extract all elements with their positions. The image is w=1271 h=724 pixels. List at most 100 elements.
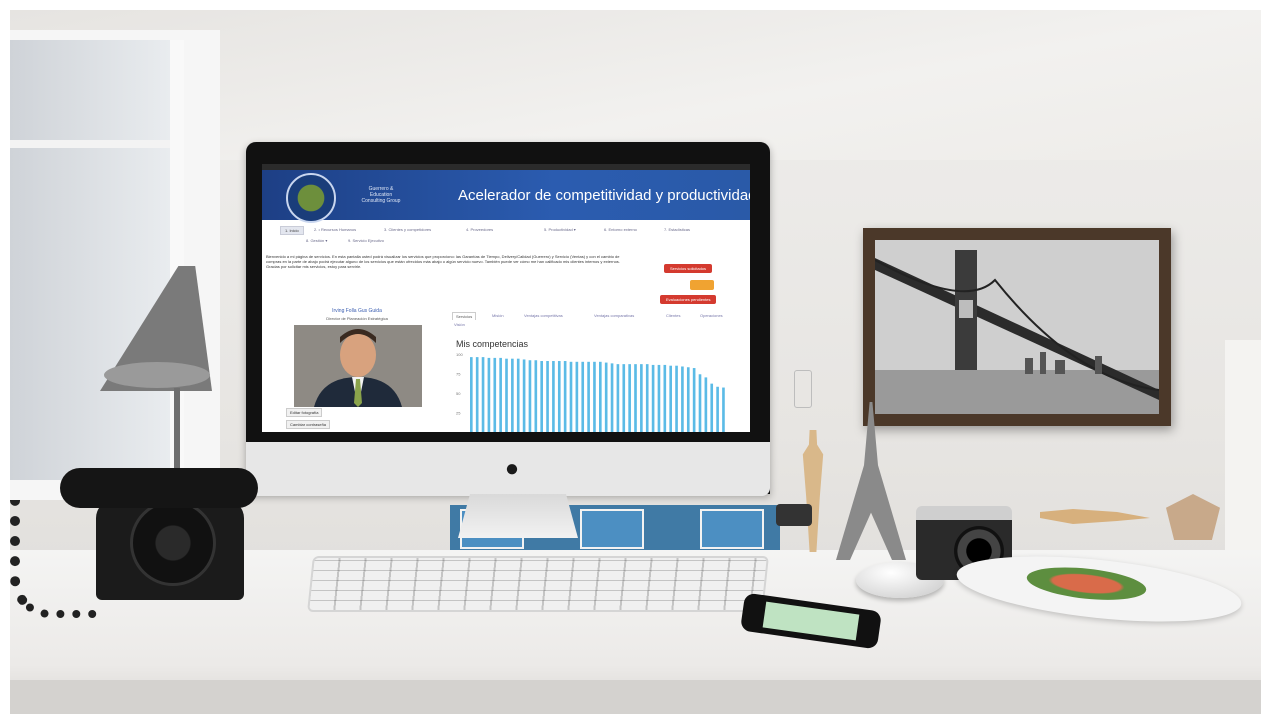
- chart-bar: [622, 364, 626, 432]
- chart-bar: [552, 361, 555, 432]
- chart-bar: [487, 357, 491, 432]
- telephone-handset: [60, 468, 258, 508]
- chart-bar: [663, 364, 667, 432]
- chart-bar: [493, 357, 497, 432]
- site-title: Acelerador de competitividad y productiv…: [458, 187, 750, 204]
- small-camera: [776, 504, 812, 526]
- bridge-illustration: [875, 240, 1159, 414]
- tab-ventajas-competitivas[interactable]: Ventajas competitivas: [524, 313, 563, 318]
- chart-bar: [470, 357, 473, 432]
- window-frame: [10, 40, 184, 480]
- y-tick-label: 25: [456, 411, 461, 416]
- tab-operaciones[interactable]: Operaciones: [700, 313, 723, 318]
- nav-item-servicio[interactable]: 9. Servicio Ejecutivo: [348, 238, 384, 243]
- glass-bottle: [794, 370, 812, 408]
- keyboard: [307, 556, 769, 612]
- nav-item-recursos-humanos[interactable]: 2. • Recursos Humanos: [314, 227, 356, 232]
- brand-name: Guerrero & Education Consulting Group: [356, 186, 406, 204]
- nav-item-gestion[interactable]: 8. Gestión ▾: [306, 238, 327, 243]
- chart-bar: [581, 361, 585, 432]
- nav-item-entorno[interactable]: 6. Entorno externo: [604, 227, 637, 232]
- chart-bar: [604, 362, 608, 432]
- chart-bar: [557, 361, 561, 432]
- nav-item-proveedores[interactable]: 4. Proveedores: [466, 227, 493, 232]
- apple-icon: ●: [504, 455, 520, 482]
- bridge-picture-frame: [863, 228, 1171, 426]
- chart-bar: [698, 374, 702, 432]
- chart-bar: [575, 361, 579, 432]
- telephone-cord: [10, 500, 100, 618]
- chart-bar: [686, 367, 690, 432]
- chart-bar: [645, 364, 649, 432]
- change-password-button[interactable]: Cambiar contraseña: [286, 420, 331, 429]
- profile-photo: [294, 325, 422, 407]
- desk-lamp-rim: [104, 362, 210, 388]
- chart-bar: [475, 357, 479, 432]
- chart-bar: [522, 359, 526, 432]
- smartphone-screen: [762, 601, 860, 641]
- chart-bar: [704, 377, 708, 432]
- chart-bar: [540, 361, 544, 432]
- chart-bar: [722, 387, 725, 432]
- chart-bar: [610, 363, 614, 432]
- chart-bar: [511, 358, 514, 432]
- chart-bar: [628, 364, 631, 432]
- welcome-text: Bienvenido a mi página de servicios. En …: [266, 254, 620, 269]
- competencias-chart: 100 75 50 25: [456, 352, 725, 432]
- chart-bar: [505, 358, 508, 432]
- tab-clientes[interactable]: Clientes: [666, 313, 680, 318]
- tab-mision[interactable]: Misión: [492, 313, 504, 318]
- nav-item-productividad[interactable]: 5. Productividad ▾: [544, 227, 576, 232]
- chart-bar: [692, 368, 696, 432]
- chart-bar: [634, 364, 637, 432]
- orange-action-button[interactable]: [690, 280, 714, 290]
- chart-bar: [616, 364, 620, 432]
- chart-bar: [681, 366, 684, 432]
- imac-stand: [458, 494, 578, 538]
- chart-bar: [640, 364, 643, 432]
- chart-bar: [528, 360, 532, 432]
- bridge-photo: [875, 240, 1159, 414]
- nav-item-inicio[interactable]: 1. Inicio: [280, 226, 304, 235]
- browser-topbar: [262, 164, 750, 170]
- chart-bar: [716, 386, 719, 432]
- chart-bar: [481, 357, 485, 432]
- chart-bar: [563, 361, 567, 432]
- chart-bar: [546, 361, 549, 432]
- chart-bar: [675, 365, 678, 432]
- chart-bar: [710, 383, 714, 432]
- chart-bar: [534, 360, 538, 432]
- window: [10, 30, 220, 500]
- chart-bar: [669, 365, 673, 432]
- company-logo-icon: [286, 173, 336, 223]
- rotary-dial: [130, 500, 216, 586]
- requested-services-button[interactable]: Servicios solicitados: [664, 264, 713, 273]
- profile-name: Irving Folla Gus Guida: [332, 308, 382, 314]
- tab-ventajas-comparativas[interactable]: Ventajas comparativas: [594, 313, 634, 318]
- nav-item-estadisticas[interactable]: 7. Estadísticas: [664, 227, 690, 232]
- tab-servicios[interactable]: Servicios: [452, 312, 477, 320]
- nav-item-clientes[interactable]: 3. Clientes y competidores: [384, 227, 431, 232]
- profile-portrait: [294, 325, 422, 407]
- profile-tabs: Servicios Misión Ventajas competitivas V…: [452, 312, 742, 330]
- chart-bar: [593, 361, 596, 432]
- tab-vision[interactable]: Visión: [454, 322, 465, 327]
- food-on-plate: [1025, 562, 1148, 605]
- chart-bar: [651, 364, 655, 432]
- y-tick-label: 75: [456, 372, 461, 377]
- brand-line: Consulting Group: [361, 198, 401, 204]
- chart-bar: [516, 358, 520, 432]
- chart-bar: [599, 361, 602, 432]
- y-tick-label: 50: [456, 391, 461, 396]
- desk-edge: [10, 680, 1261, 714]
- screen-webpage: Guerrero & Education Consulting Group Ac…: [262, 164, 750, 432]
- window-mullion: [10, 140, 170, 148]
- main-nav: 1. Inicio 2. • Recursos Humanos 3. Clien…: [262, 224, 750, 246]
- edit-photo-button[interactable]: Editar fotografía: [286, 408, 323, 417]
- chart-bar: [569, 361, 573, 432]
- y-tick-label: 100: [456, 352, 463, 357]
- profile-role: Director de Planeación Estratégica: [326, 316, 388, 321]
- pending-evaluations-button[interactable]: Evaluaciones pendientes: [660, 295, 717, 304]
- chart-bar: [587, 361, 590, 432]
- chart-bar: [499, 357, 502, 432]
